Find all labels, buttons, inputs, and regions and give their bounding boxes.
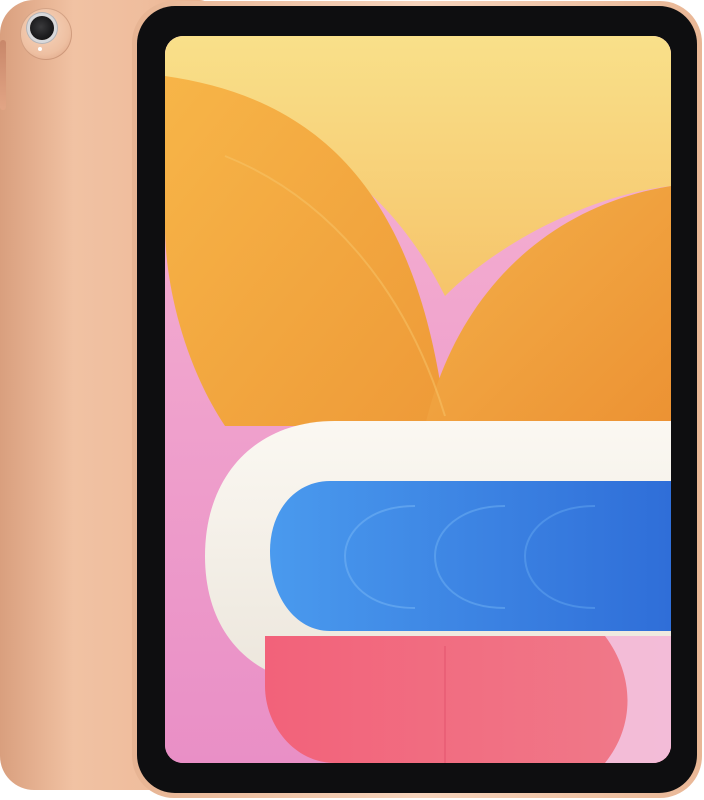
flash-icon bbox=[38, 47, 42, 51]
wallpaper-blue-pill bbox=[270, 481, 671, 631]
wallpaper bbox=[165, 36, 671, 763]
side-button bbox=[0, 40, 6, 110]
wallpaper-red-lobe bbox=[265, 636, 671, 763]
product-image bbox=[0, 0, 704, 800]
tablet-screen bbox=[165, 36, 671, 763]
camera-icon bbox=[30, 16, 54, 40]
